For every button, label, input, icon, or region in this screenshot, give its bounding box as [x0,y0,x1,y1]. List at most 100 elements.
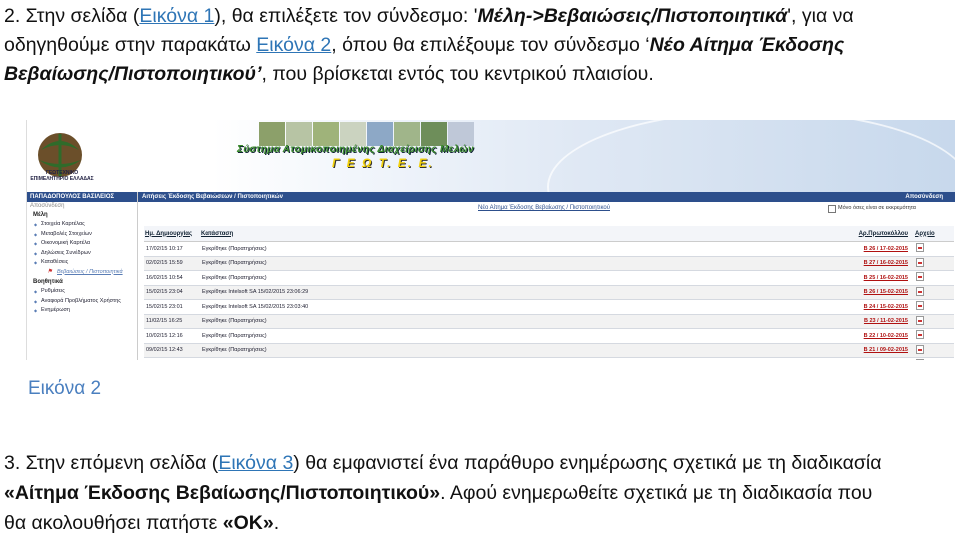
row-file [914,270,954,286]
row-protocol-link[interactable]: B 25 / 16-02-2015 [790,270,914,286]
row-date: 02/02/15 15:59 [144,256,200,271]
new-request-ref-cont: Βεβαίωσης/Πιστοποιητικού’ [4,63,262,85]
banner-title: Σύστημα Ατομικοποιημένης Διαχείρισης Μελ… [237,144,474,155]
sidebar-item[interactable]: Δηλώσεις Συνέδρων [27,249,137,259]
screenshot-figure-2: ΓΕΩΤΕΧΝΙΚΟ ΕΠΙΜΕΛΗΤΗΡΙΟ ΕΛΛΑΔΑΣ Σύστημα … [26,120,955,360]
text: . [273,512,280,534]
row-date: 17/02/15 10:17 [144,241,200,257]
col-status-header[interactable]: Κατάσταση [200,226,790,242]
row-protocol-link[interactable]: B 23 / 11-02-2015 [790,314,914,329]
text: , όπου θα επιλέξουμε τον σύνδεσμο ‘ [331,34,650,56]
table-row[interactable]: 16/02/15 10:54 Εγκρίθηκε (Παρατηρήσεις) B … [144,270,954,286]
row-status: Εγκρίθηκε (Παρατηρήσεις) [200,256,790,271]
sidebar-item[interactable]: Ενημέρωση [27,306,137,316]
paragraph-line-5: «Αίτημα Έκδοσης Βεβαίωσης/Πιστοποιητικού… [4,479,872,508]
sidebar-item[interactable]: Καταθέσεις [27,258,137,268]
new-request-link[interactable]: Νέο Αίτημα Έκδοσης Βεβαίωσης / Πιστοποιη… [478,205,610,211]
sidebar-item[interactable]: Οικονομική Καρτέλα [27,239,137,249]
row-date: 10/02/15 12:16 [144,328,200,344]
pdf-file-icon[interactable] [916,272,924,282]
pdf-file-icon[interactable] [916,257,924,267]
photo-water [367,122,393,146]
table-row[interactable]: 09/02/15 12:13Εγκρίθηκε Τσάλιος Βασίλειο… [144,357,954,360]
table-row[interactable]: 15/02/15 23:04 Εγκρίθηκε Intelsoft SA 15/… [144,285,954,300]
figure-3-link[interactable]: Εικόνα 3 [218,452,293,474]
row-protocol-link[interactable]: B 26 / 17-02-2015 [790,241,914,257]
text: , που βρίσκεται εντός του κεντρικού πλαι… [261,63,654,85]
row-file [914,241,954,257]
text: θα ακολουθήσει πατήστε [4,512,223,534]
members-certificates-ref: Μέλη->Βεβαιώσεις/Πιστοποιητικά [477,5,788,27]
photo-sky [448,122,474,146]
paragraph-line-6: θα ακολουθήσει πατήστε «ΟΚ». [4,509,279,538]
sidebar-item[interactable]: Ρυθμίσεις [27,287,137,297]
row-protocol-link[interactable]: B 21 / 09-02-2015 [790,343,914,358]
text: ), θα επιλέξετε τον σύνδεσμο: ' [214,5,478,27]
photo-animals [286,122,312,146]
row-status: Εγκρίθηκε (Παρατηρήσεις) [200,314,790,329]
row-status: Εγκρίθηκε Intelsoft SA 15/02/2015 23:06:… [200,285,790,300]
text: ', για να [787,5,854,27]
logout-button[interactable]: Αποσύνδεση [905,194,943,200]
photo-crops [313,122,339,146]
figure-1-link[interactable]: Εικόνα 1 [139,5,214,27]
pending-only-label: Μόνο όσες είναι σε εκκρεμότητα [838,205,916,211]
row-protocol-link[interactable]: B 27 / 16-02-2015 [790,256,914,271]
table-row[interactable]: 17/02/15 10:17 Εγκρίθηκε (Παρατηρήσεις) B … [144,241,954,257]
row-file [914,343,954,358]
pdf-file-icon[interactable] [916,359,924,360]
sidebar-item-certificates[interactable]: Βεβαιώσεις / Πιστοποιητικά [27,268,137,278]
table-row[interactable]: 10/02/15 12:16 Εγκρίθηκε (Παρατηρήσεις) B … [144,328,954,344]
sidebar: ΠΑΠΑΔΟΠΟΥΛΟΣ ΒΑΣΙΛΕΙΟΣ Αποσύνδεση Μέλη Σ… [27,192,138,360]
row-date: 09/02/15 12:43 [144,343,200,358]
table-row[interactable]: 11/02/15 16:25 Εγκρίθηκε (Παρατηρήσεις) B … [144,314,954,329]
pdf-file-icon[interactable] [916,344,924,354]
pending-only-checkbox[interactable] [828,205,836,213]
pdf-file-icon[interactable] [916,330,924,340]
text: . Αφού ενημερωθείτε σχετικά με τη διαδικ… [440,482,873,504]
row-protocol-link[interactable]: B 20 / 09-02-2015 [790,357,914,360]
table-row[interactable]: 15/02/15 23:01 Εγκρίθηκε Intelsoft SA 15/… [144,299,954,315]
photo-building [340,122,366,146]
figure-2-link[interactable]: Εικόνα 2 [256,34,331,56]
table-row[interactable]: 09/02/15 12:43 Εγκρίθηκε (Παρατηρήσεις) B … [144,343,954,358]
table-row[interactable]: 02/02/15 15:59 Εγκρίθηκε (Παρατηρήσεις) B … [144,256,954,271]
col-protocol-header[interactable]: Αρ.Πρωτοκόλλου [790,226,914,242]
pdf-file-icon[interactable] [916,301,924,311]
row-status: Εγκρίθηκε (Παρατηρήσεις) [200,328,790,344]
pdf-file-icon[interactable] [916,243,924,253]
logo-text: ΓΕΩΤΕΧΝΙΚΟ ΕΠΙΜΕΛΗΤΗΡΙΟ ΕΛΛΑΔΑΣ [30,170,94,182]
main-header-bar: Αιτήσεις Έκδοσης Βεβαιώσεων / Πιστοποιητ… [138,192,955,202]
sidebar-section-members[interactable]: Μέλη [27,210,137,220]
row-file [914,357,954,360]
main-panel: Αιτήσεις Έκδοσης Βεβαιώσεων / Πιστοποιητ… [138,192,955,360]
sidebar-item[interactable]: Στοιχεία Καρτέλας [27,220,137,230]
col-date-header[interactable]: Ημ. Δημιουργίας [144,226,200,242]
photo-landscape [394,122,420,146]
logout-link[interactable]: Αποσύνδεση [27,202,137,210]
pdf-file-icon[interactable] [916,286,924,296]
row-date: 15/02/15 23:01 [144,299,200,315]
col-file-header[interactable]: Αρχείο [914,226,954,242]
row-date: 11/02/15 16:25 [144,314,200,329]
sidebar-section-help[interactable]: Βοηθητικά [27,277,137,287]
sidebar-item[interactable]: Μεταβολές Στοιχείων [27,230,137,240]
request-title-ref: «Αίτημα Έκδοσης Βεβαίωσης/Πιστοποιητικού… [4,482,441,504]
text: 2. Στην σελίδα ( [4,5,140,27]
table-header: Ημ. Δημιουργίας Κατάσταση Αρ.Πρωτοκόλλου… [144,226,954,242]
pdf-file-icon[interactable] [916,315,924,325]
photo-forest [421,122,447,146]
row-protocol-link[interactable]: B 26 / 15-02-2015 [790,285,914,300]
row-file [914,299,954,315]
paragraph-line-1: 2. Στην σελίδα (Εικόνα 1), θα επιλέξετε … [4,2,854,31]
row-protocol-link[interactable]: B 22 / 10-02-2015 [790,328,914,344]
text: 3. Στην επόμενη σελίδα ( [4,452,219,474]
site-banner: ΓΕΩΤΕΧΝΙΚΟ ΕΠΙΜΕΛΗΤΗΡΙΟ ΕΛΛΑΔΑΣ Σύστημα … [27,120,955,264]
user-name-bar: ΠΑΠΑΔΟΠΟΥΛΟΣ ΒΑΣΙΛΕΙΟΣ [27,192,137,202]
photo-field [259,122,285,146]
row-protocol-link[interactable]: B 24 / 15-02-2015 [790,299,914,315]
row-file [914,328,954,344]
sidebar-item[interactable]: Αναφορά Προβλήματος Χρήστης [27,297,137,307]
text: ) θα εμφανιστεί ένα παράθυρο ενημέρωσης … [293,452,882,474]
row-status: Εγκρίθηκε (Παρατηρήσεις) [200,270,790,286]
